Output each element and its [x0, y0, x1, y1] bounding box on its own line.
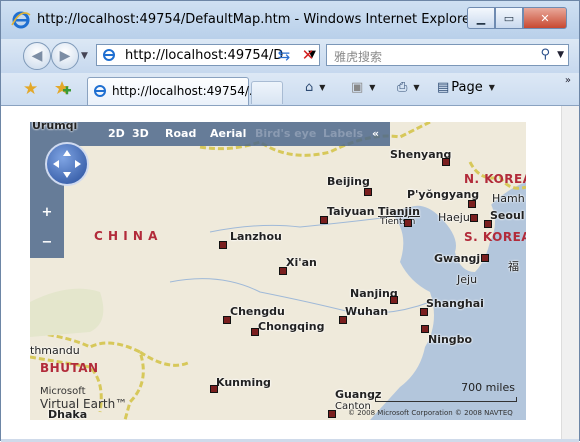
- city-marker[interactable]: [223, 316, 231, 324]
- close-button[interactable]: ✕: [523, 7, 567, 29]
- page-menu-button[interactable]: ▤ Page ▼: [437, 80, 495, 95]
- city-marker[interactable]: [364, 188, 372, 196]
- page-menu-label: Page: [451, 80, 483, 95]
- map-3d-button[interactable]: 3D: [132, 127, 149, 140]
- city-label: Ningbo: [428, 333, 473, 346]
- map-collapse-button[interactable]: «: [372, 127, 379, 140]
- map-base: [30, 122, 526, 420]
- page-icon: [103, 49, 115, 61]
- city-label: Jeju: [457, 273, 478, 286]
- search-input[interactable]: 雅虎搜索 ⚲ ▼: [326, 44, 569, 66]
- pan-arrows-icon: [53, 150, 81, 178]
- home-icon: ⌂: [305, 80, 314, 95]
- city-label: Taiyuan: [327, 205, 375, 218]
- country-label: BHUTAN: [40, 361, 99, 375]
- toolbar-overflow-icon[interactable]: »: [565, 75, 571, 86]
- new-tab-button[interactable]: [251, 81, 283, 104]
- tab-page-icon: [94, 85, 106, 97]
- search-icon[interactable]: ⚲: [540, 47, 550, 62]
- map-2d-button[interactable]: 2D: [108, 127, 125, 140]
- page-content: 2D 3D Road Aerial Bird's eye Labels « + …: [1, 106, 579, 440]
- country-label: C H I N A: [94, 229, 158, 243]
- city-marker[interactable]: [210, 385, 218, 393]
- city-label: Lanzhou: [230, 230, 282, 243]
- city-label: Beijing: [327, 175, 370, 188]
- home-button[interactable]: ⌂ ▼: [305, 80, 325, 95]
- city-label: 福: [508, 260, 519, 273]
- city-marker[interactable]: [421, 325, 429, 333]
- city-marker[interactable]: [442, 158, 450, 166]
- city-marker[interactable]: [481, 254, 489, 262]
- add-favorite-icon[interactable]: [53, 80, 71, 98]
- map-road-button[interactable]: Road: [165, 127, 196, 140]
- printer-icon: ⎙: [397, 80, 408, 95]
- city-label: Haeju: [438, 211, 470, 224]
- city-label: Hamh: [492, 192, 525, 205]
- map-pan-compass[interactable]: [45, 142, 89, 186]
- zoom-in-button[interactable]: +: [38, 204, 56, 222]
- ie-logo-icon: [11, 11, 31, 29]
- rss-icon: ▣: [351, 80, 364, 95]
- city-label: Shanghai: [426, 297, 484, 310]
- city-label: thmandu: [30, 344, 80, 357]
- tab-active[interactable]: http://localhost:49754/...: [87, 77, 260, 105]
- city-label: Chongqing: [258, 320, 325, 333]
- map-toolbar: 2D 3D Road Aerial Bird's eye Labels «: [30, 122, 390, 146]
- map-labels-button[interactable]: Labels: [323, 127, 363, 140]
- city-label: Urumqi: [32, 122, 78, 132]
- tab-row: ★ http://localhost:49754/... ⌂ ▼ ▣ ▼ ⎙ ▼ ▤ P…: [1, 73, 579, 106]
- map-birdseye-button[interactable]: Bird's eye: [255, 127, 316, 140]
- zoom-out-button[interactable]: −: [38, 234, 56, 252]
- city-marker[interactable]: [219, 241, 227, 249]
- city-label: Xi'an: [286, 256, 317, 269]
- scale-label: 700 miles: [461, 381, 515, 394]
- map-copyright: © 2008 Microsoft Corporation © 2008 NAVT…: [348, 409, 513, 417]
- address-bar-row: ◀ ▶ ▼ http://localhost:49754/D ▼ ⇆ ✕ 雅虎搜…: [1, 39, 579, 73]
- city-marker[interactable]: [251, 328, 259, 336]
- city-label: Kunming: [216, 376, 271, 389]
- city-marker[interactable]: [279, 267, 287, 275]
- scale-bar: [375, 397, 517, 402]
- city-label: Wuhan: [345, 305, 389, 318]
- vertical-scrollbar[interactable]: [561, 106, 579, 440]
- virtual-earth-logo: Microsoft Virtual Earth™: [40, 385, 127, 411]
- favorites-star-icon[interactable]: ★: [23, 79, 38, 99]
- city-marker[interactable]: [468, 200, 476, 208]
- address-text: http://localhost:49754/D: [125, 48, 284, 63]
- maximize-button[interactable]: ▭: [495, 7, 523, 29]
- city-label: Gwangju: [434, 252, 488, 265]
- tab-title: http://localhost:49754/...: [112, 84, 261, 98]
- feeds-button[interactable]: ▣ ▼: [351, 80, 375, 95]
- window-title: http://localhost:49754/DefaultMap.htm - …: [37, 12, 476, 27]
- country-label: N. KOREA: [464, 172, 526, 186]
- city-label: Seoul: [490, 209, 525, 222]
- search-dropdown-icon[interactable]: ▼: [557, 50, 564, 60]
- country-label: S. KOREA: [464, 230, 526, 244]
- map-view[interactable]: 2D 3D Road Aerial Bird's eye Labels « + …: [30, 122, 526, 420]
- history-dropdown-icon[interactable]: ▼: [81, 51, 88, 61]
- city-marker[interactable]: [390, 296, 398, 304]
- city-label: Chengdu: [230, 305, 285, 318]
- city-marker[interactable]: [404, 219, 412, 227]
- title-bar: http://localhost:49754/DefaultMap.htm - …: [1, 1, 579, 39]
- brand-line-2: Virtual Earth™: [40, 397, 128, 411]
- refresh-icon[interactable]: ⇆: [273, 44, 295, 66]
- back-button[interactable]: ◀: [23, 42, 51, 70]
- minimize-button[interactable]: ▁: [467, 7, 495, 29]
- city-marker[interactable]: [328, 410, 336, 418]
- city-marker[interactable]: [470, 214, 478, 222]
- city-marker[interactable]: [420, 308, 428, 316]
- forward-button[interactable]: ▶: [51, 42, 79, 70]
- page-menu-icon: ▤: [437, 80, 450, 95]
- search-placeholder: 雅虎搜索: [334, 50, 383, 64]
- map-aerial-button[interactable]: Aerial: [210, 127, 246, 140]
- browser-window: http://localhost:49754/DefaultMap.htm - …: [0, 0, 580, 442]
- city-marker[interactable]: [339, 316, 347, 324]
- city-marker[interactable]: [484, 220, 492, 228]
- stop-icon[interactable]: ✕: [297, 44, 319, 66]
- print-button[interactable]: ⎙ ▼: [397, 80, 420, 95]
- city-marker[interactable]: [320, 216, 328, 224]
